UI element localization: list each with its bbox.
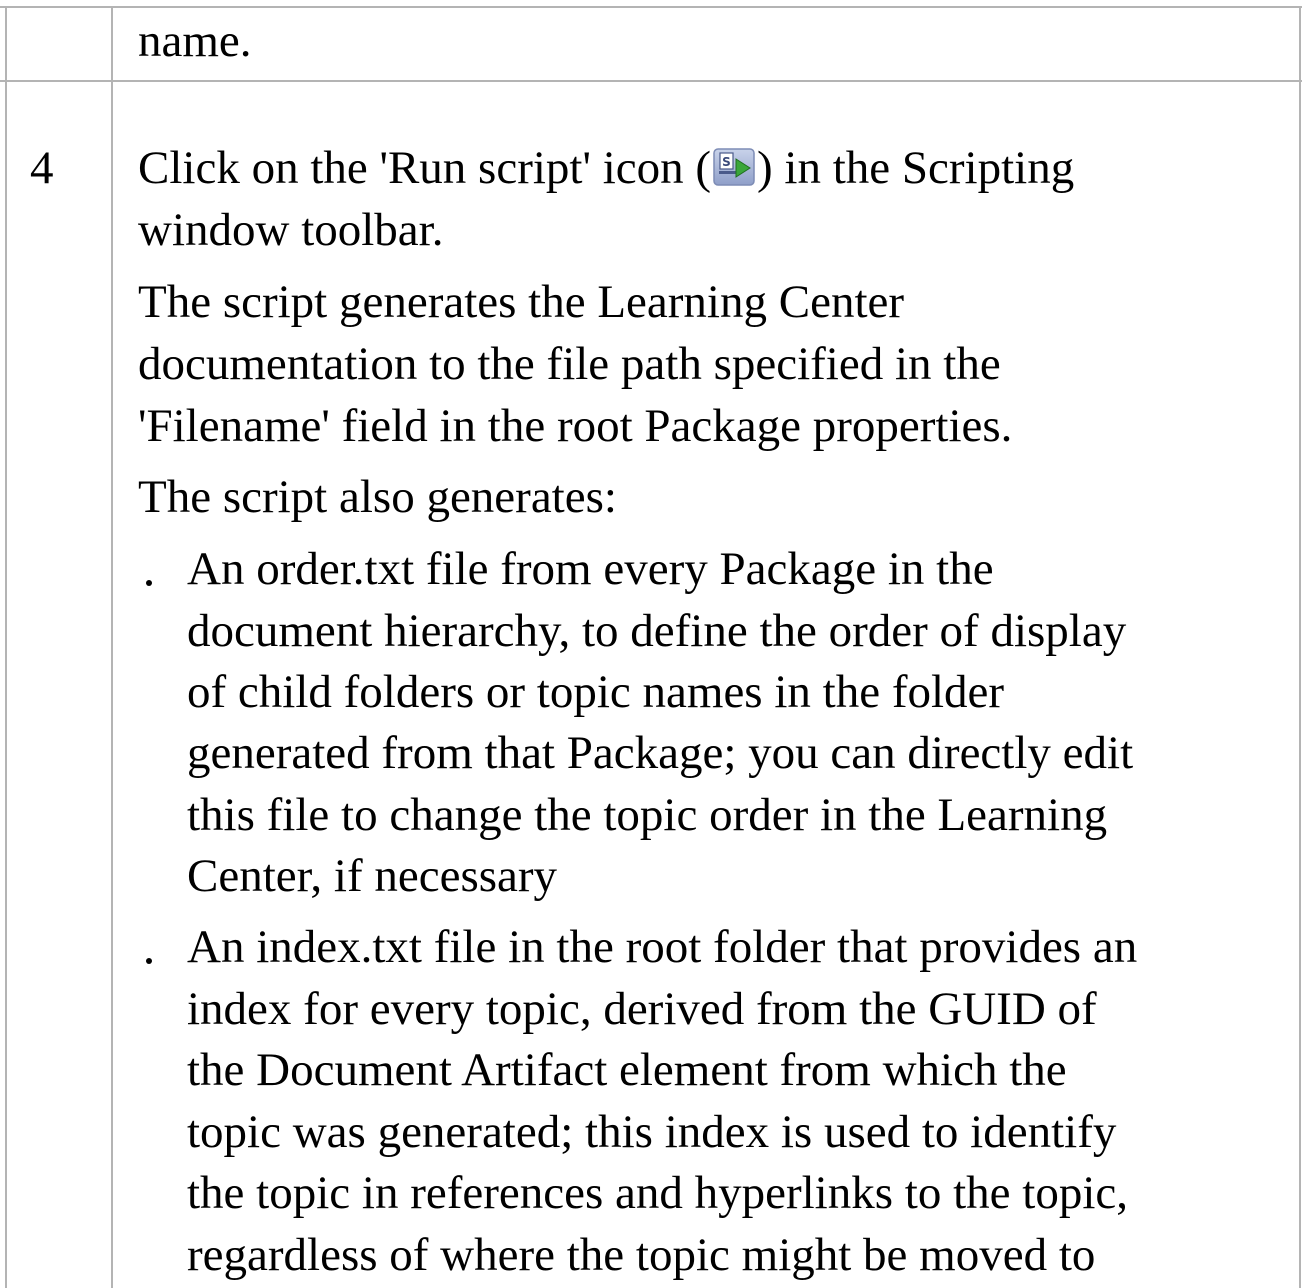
bullet1-line: An order.txt file from every Package in … bbox=[187, 543, 994, 595]
bullet1-line: generated from that Package; you can dir… bbox=[187, 727, 1134, 779]
prev-row-text: name. bbox=[138, 15, 252, 67]
para1-line: 'Filename' field in the root Package pro… bbox=[138, 400, 1013, 452]
bullet2-line: An index.txt file in the root folder tha… bbox=[187, 921, 1138, 973]
svg-text:S: S bbox=[722, 155, 731, 169]
bullet1-line: this file to change the topic order in t… bbox=[187, 789, 1108, 841]
table-right-border bbox=[1299, 6, 1301, 1288]
table-left-border bbox=[5, 6, 7, 1288]
column-divider bbox=[111, 6, 113, 1288]
bullet2-line: topic was generated; this index is used … bbox=[187, 1106, 1117, 1158]
para1-line: The script generates the Learning Center bbox=[138, 276, 905, 328]
bullet2-line: index for every topic, derived from the … bbox=[187, 983, 1097, 1035]
para2-text: The script also generates: bbox=[138, 471, 617, 523]
instruction-text-before: Click on the 'Run script' icon ( bbox=[138, 142, 712, 194]
bullet2-line: regardless of where the topic might be m… bbox=[187, 1229, 1096, 1281]
bullet-marker bbox=[146, 580, 152, 586]
bullet-marker bbox=[146, 958, 152, 964]
row-divider bbox=[0, 80, 1302, 82]
instruction-line-2: window toolbar. bbox=[138, 204, 444, 256]
para1-line: documentation to the file path specified… bbox=[138, 338, 1001, 390]
bullet1-line: Center, if necessary bbox=[187, 850, 558, 902]
bullet1-line: document hierarchy, to define the order … bbox=[187, 605, 1127, 657]
instruction-text-after: ) in the Scripting bbox=[757, 142, 1075, 194]
step-number: 4 bbox=[30, 142, 54, 194]
bullet2-line: the topic in references and hyperlinks t… bbox=[187, 1167, 1128, 1219]
table-top-border bbox=[0, 6, 1302, 8]
run-script-icon: S bbox=[713, 148, 755, 186]
bullet2-line: the Document Artifact element from which… bbox=[187, 1044, 1067, 1096]
step-instruction: Click on the 'Run script' icon ( S ) in … bbox=[138, 137, 1074, 199]
bullet1-line: of child folders or topic names in the f… bbox=[187, 666, 1005, 718]
